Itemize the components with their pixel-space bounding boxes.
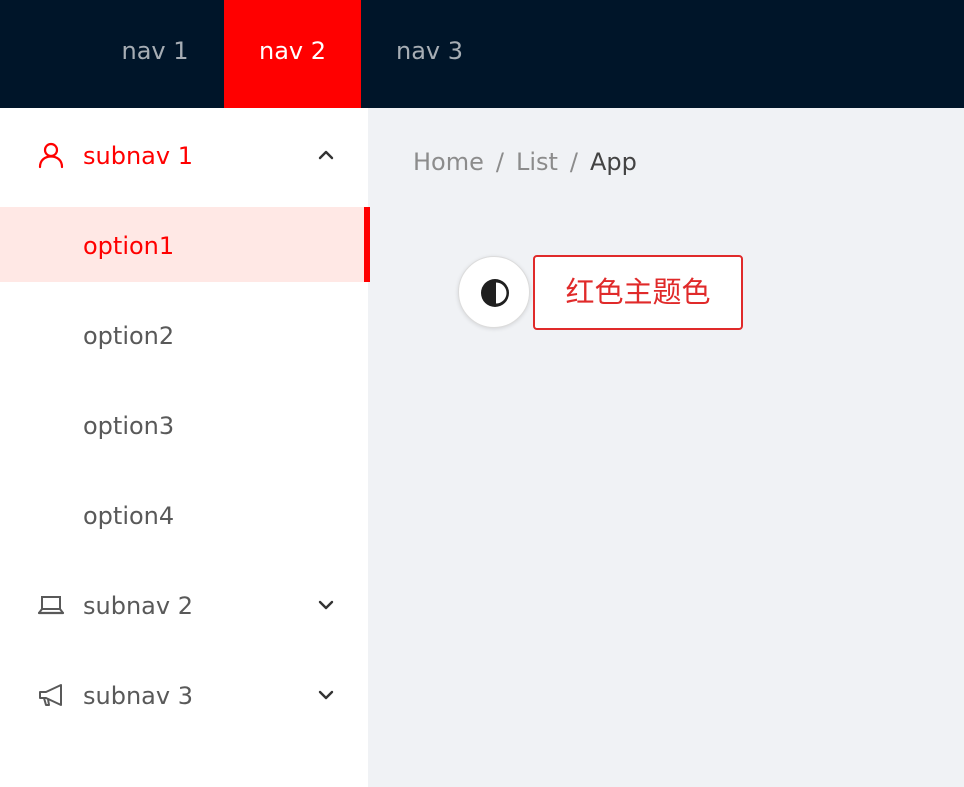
laptop-icon	[37, 596, 65, 615]
top-nav-item-1[interactable]: nav 1	[86, 0, 224, 108]
menu-item-label: option2	[83, 322, 175, 350]
top-nav-item-2[interactable]: nav 2	[224, 0, 361, 108]
menu-item-option2[interactable]: option2	[0, 297, 368, 372]
top-nav-item-3[interactable]: nav 3	[361, 0, 498, 108]
submenu-label: subnav 2	[83, 592, 193, 620]
submenu-subnav-1[interactable]: subnav 1	[0, 108, 368, 198]
notification-icon	[39, 684, 62, 706]
menu-item-option4[interactable]: option4	[0, 477, 368, 552]
breadcrumb-home[interactable]: Home	[413, 148, 484, 176]
red-theme-button[interactable]: 红色主题色	[533, 255, 743, 330]
menu-item-option1[interactable]: option1	[0, 207, 370, 282]
sidebar-menu: subnav 1 option1 option2 option3 option4…	[0, 108, 370, 787]
top-header: nav 1 nav 2 nav 3	[0, 0, 964, 108]
breadcrumb-separator: /	[495, 148, 504, 176]
chevron-down-icon	[318, 600, 334, 610]
breadcrumb: Home / List / App	[413, 140, 637, 184]
menu-item-option3[interactable]: option3	[0, 387, 368, 462]
user-icon	[38, 142, 64, 169]
theme-toggle-button[interactable]	[458, 256, 530, 328]
chevron-down-icon	[318, 690, 334, 700]
submenu-subnav-2[interactable]: subnav 2	[0, 558, 368, 648]
breadcrumb-current: App	[590, 148, 637, 176]
half-moon-icon	[481, 279, 509, 307]
breadcrumb-separator: /	[569, 148, 579, 176]
menu-item-label: option3	[83, 412, 175, 440]
breadcrumb-list[interactable]: List	[516, 148, 558, 176]
menu-item-label: option1	[83, 232, 175, 260]
submenu-label: subnav 3	[83, 682, 193, 710]
submenu-subnav-3[interactable]: subnav 3	[0, 648, 368, 738]
selected-indicator	[364, 207, 370, 282]
chevron-up-icon	[318, 150, 334, 160]
submenu-label: subnav 1	[83, 142, 193, 170]
menu-item-label: option4	[83, 502, 175, 530]
